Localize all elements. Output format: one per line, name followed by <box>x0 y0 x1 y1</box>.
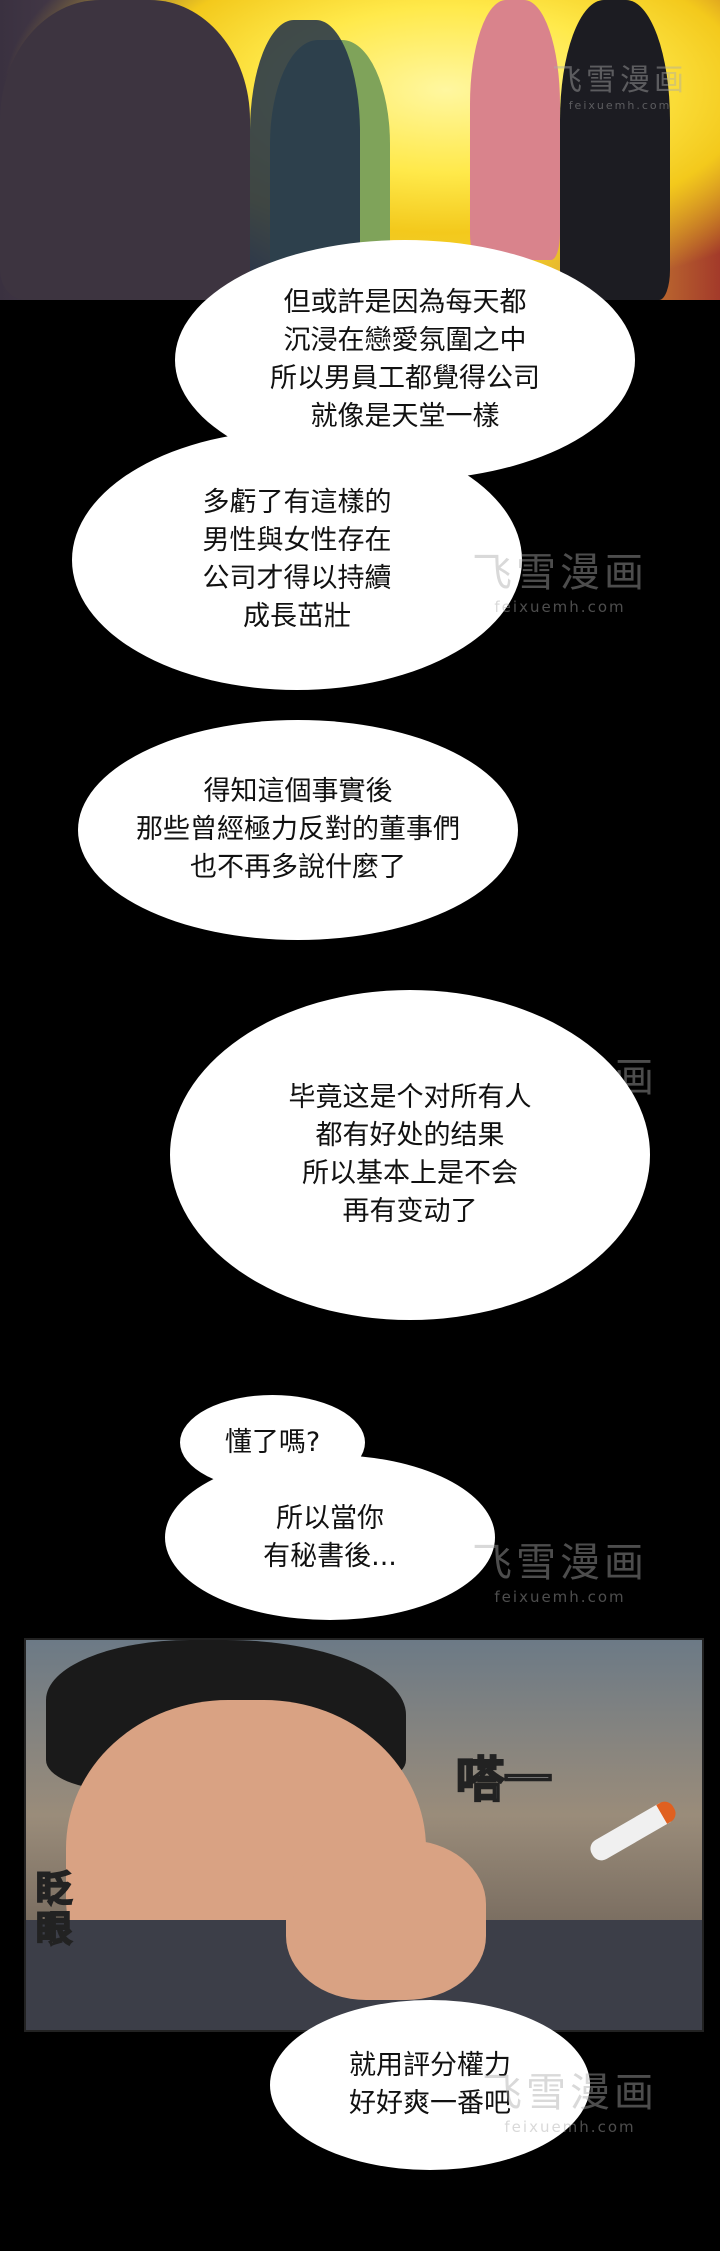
comic-panel-man-closeup: 嗒一 眨眼 <box>24 1638 704 2032</box>
speech-bubble-4: 毕竟这是个对所有人 都有好处的结果 所以基本上是不会 再有变动了 <box>170 990 650 1320</box>
speech-bubble-3: 得知這個事實後 那些曾經極力反對的董事們 也不再多說什麼了 <box>78 720 518 940</box>
man-hand <box>286 1840 486 2000</box>
cigarette <box>586 1797 680 1865</box>
watermark: 飞雪漫画 feixuemh.com <box>482 2070 658 2136</box>
watermark: 飞雪漫画 feixuemh.com <box>472 550 648 616</box>
watermark: 飞雪漫画 feixuemh.com <box>552 63 688 112</box>
watermark: 飞雪漫画 feixuemh.com <box>472 1540 648 1606</box>
figure-right-man <box>560 0 670 300</box>
sound-effect-tap: 嗒一 <box>455 1751 553 1809</box>
figure-pink-woman <box>470 0 560 260</box>
sound-effect-blink: 眨眼 <box>35 1869 73 1951</box>
figure-left-dark <box>0 0 250 300</box>
